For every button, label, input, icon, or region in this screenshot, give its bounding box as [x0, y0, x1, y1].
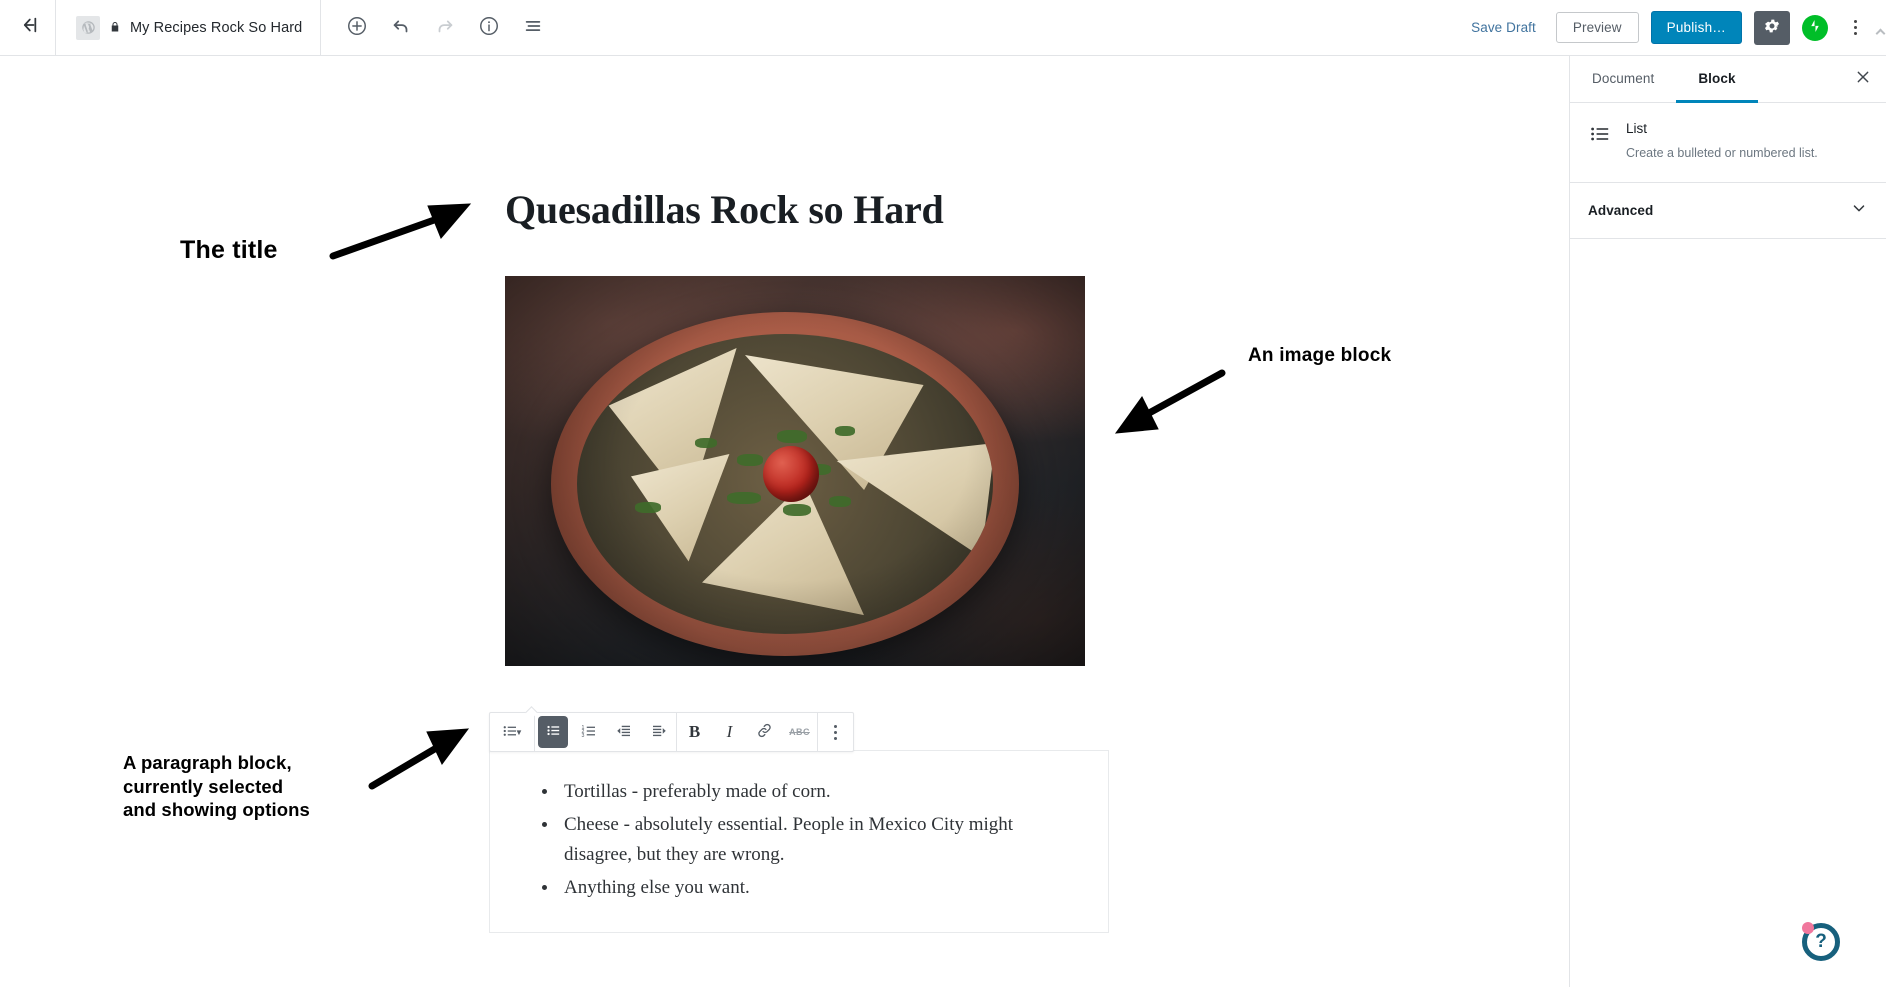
- list-block[interactable]: Tortillas - preferably made of corn. Che…: [489, 750, 1109, 934]
- block-info-text: List Create a bulleted or numbered list.: [1626, 120, 1818, 162]
- kebab-menu-icon: [834, 724, 837, 740]
- header-actions: Save Draft Preview Publish…: [1463, 10, 1886, 45]
- list-items[interactable]: Tortillas - preferably made of corn. Che…: [536, 777, 1062, 903]
- undo-button[interactable]: [383, 10, 419, 46]
- unordered-list-icon: [545, 722, 562, 742]
- annotation-title: The title: [180, 236, 278, 264]
- undo-icon: [390, 15, 412, 40]
- scroll-indicator: [1875, 28, 1886, 39]
- svg-text:3: 3: [581, 733, 584, 739]
- annotation-image-block: An image block: [1248, 345, 1392, 366]
- list-item[interactable]: Tortillas - preferably made of corn.: [536, 777, 1062, 807]
- block-navigation-button[interactable]: [515, 10, 551, 46]
- plus-circle-icon: [346, 15, 368, 40]
- tab-block[interactable]: Block: [1676, 56, 1758, 103]
- redo-button[interactable]: [427, 10, 463, 46]
- back-arrow-icon: [17, 14, 39, 41]
- block-description: Create a bulleted or numbered list.: [1626, 145, 1818, 160]
- bold-button[interactable]: B: [677, 713, 712, 751]
- panel-advanced[interactable]: Advanced: [1570, 183, 1886, 240]
- lock-icon: [109, 20, 121, 36]
- ordered-list-button[interactable]: 1 2 3: [571, 713, 606, 751]
- page-title[interactable]: Quesadillas Rock so Hard: [505, 186, 1125, 234]
- redo-icon: [434, 15, 456, 40]
- list-item[interactable]: Anything else you want.: [536, 873, 1062, 903]
- header-tools: [321, 10, 551, 46]
- add-block-button[interactable]: [339, 10, 375, 46]
- toolbar-group-list-format: 1 2 3: [535, 713, 677, 751]
- settings-sidebar: Document Block List Create a bulleted or…: [1569, 56, 1886, 987]
- arrow-to-paragraph-block: [368, 728, 470, 790]
- more-tools-menu-button[interactable]: [1840, 11, 1870, 45]
- link-icon: [756, 722, 773, 742]
- outdent-icon: [615, 722, 633, 743]
- toolbar-group-more: [818, 713, 853, 751]
- outdent-button[interactable]: [606, 713, 641, 751]
- close-icon: [1855, 69, 1871, 91]
- ordered-list-icon: 1 2 3: [580, 722, 598, 743]
- panel-advanced-label: Advanced: [1588, 203, 1654, 219]
- help-button[interactable]: ?: [1800, 921, 1842, 963]
- list-view-icon: [522, 15, 544, 40]
- kebab-menu-icon: [1853, 20, 1857, 35]
- editor-header: My Recipes Rock So Hard Save Draft Previ…: [0, 0, 1886, 56]
- back-to-dashboard-button[interactable]: [0, 0, 56, 55]
- jetpack-icon: [1807, 18, 1823, 37]
- block-info-card: List Create a bulleted or numbered list.: [1570, 103, 1886, 184]
- jetpack-button[interactable]: [1802, 14, 1828, 41]
- block-more-options-button[interactable]: [818, 713, 853, 751]
- annotation-paragraph-block: A paragraph block, currently selected an…: [123, 752, 310, 821]
- arrow-to-title: [329, 203, 472, 260]
- strikethrough-icon: ABC: [789, 727, 810, 737]
- editor-canvas: Quesadillas Rock so Hard ▼ 1 2 3 B I ABC…: [0, 56, 1569, 987]
- save-draft-button[interactable]: Save Draft: [1463, 14, 1544, 41]
- indent-icon: [650, 722, 668, 743]
- info-circle-icon: [478, 15, 500, 40]
- toolbar-group-inline-format: B I ABC: [677, 713, 818, 751]
- site-title-area[interactable]: My Recipes Rock So Hard: [56, 0, 322, 55]
- gutenberg-editor: My Recipes Rock So Hard Save Draft Previ…: [0, 0, 1886, 987]
- bulleted-list-icon: [1588, 120, 1612, 151]
- chevron-down-icon: ▼: [515, 727, 523, 737]
- italic-button[interactable]: I: [712, 713, 747, 751]
- strikethrough-button[interactable]: ABC: [782, 713, 817, 751]
- quesadilla-photo: [505, 276, 1085, 666]
- bold-icon: B: [688, 722, 701, 741]
- settings-toggle-button[interactable]: [1754, 10, 1790, 45]
- preview-button[interactable]: Preview: [1555, 12, 1639, 43]
- gear-icon: [1763, 17, 1781, 38]
- close-sidebar-button[interactable]: [1839, 56, 1886, 103]
- notification-dot: [1802, 922, 1814, 934]
- arrow-to-image-block: [1114, 369, 1226, 434]
- unordered-list-button[interactable]: [538, 716, 568, 748]
- toolbar-group-block-type: ▼: [490, 713, 535, 751]
- chevron-down-icon: [1850, 199, 1868, 222]
- sidebar-tabs: Document Block: [1570, 56, 1886, 103]
- list-item[interactable]: Cheese - absolutely essential. People in…: [536, 810, 1062, 870]
- content-info-button[interactable]: [471, 10, 507, 46]
- indent-button[interactable]: [641, 713, 676, 751]
- link-button[interactable]: [747, 713, 782, 751]
- site-placeholder-icon: [76, 15, 100, 40]
- publish-button[interactable]: Publish…: [1650, 11, 1742, 44]
- italic-icon: I: [726, 722, 733, 741]
- block-name: List: [1626, 121, 1648, 136]
- block-type-switcher[interactable]: ▼: [490, 713, 534, 751]
- block-toolbar: ▼ 1 2 3 B I ABC: [489, 706, 854, 752]
- site-title: My Recipes Rock So Hard: [130, 19, 303, 36]
- image-block[interactable]: [505, 276, 1085, 666]
- tab-document[interactable]: Document: [1570, 56, 1676, 103]
